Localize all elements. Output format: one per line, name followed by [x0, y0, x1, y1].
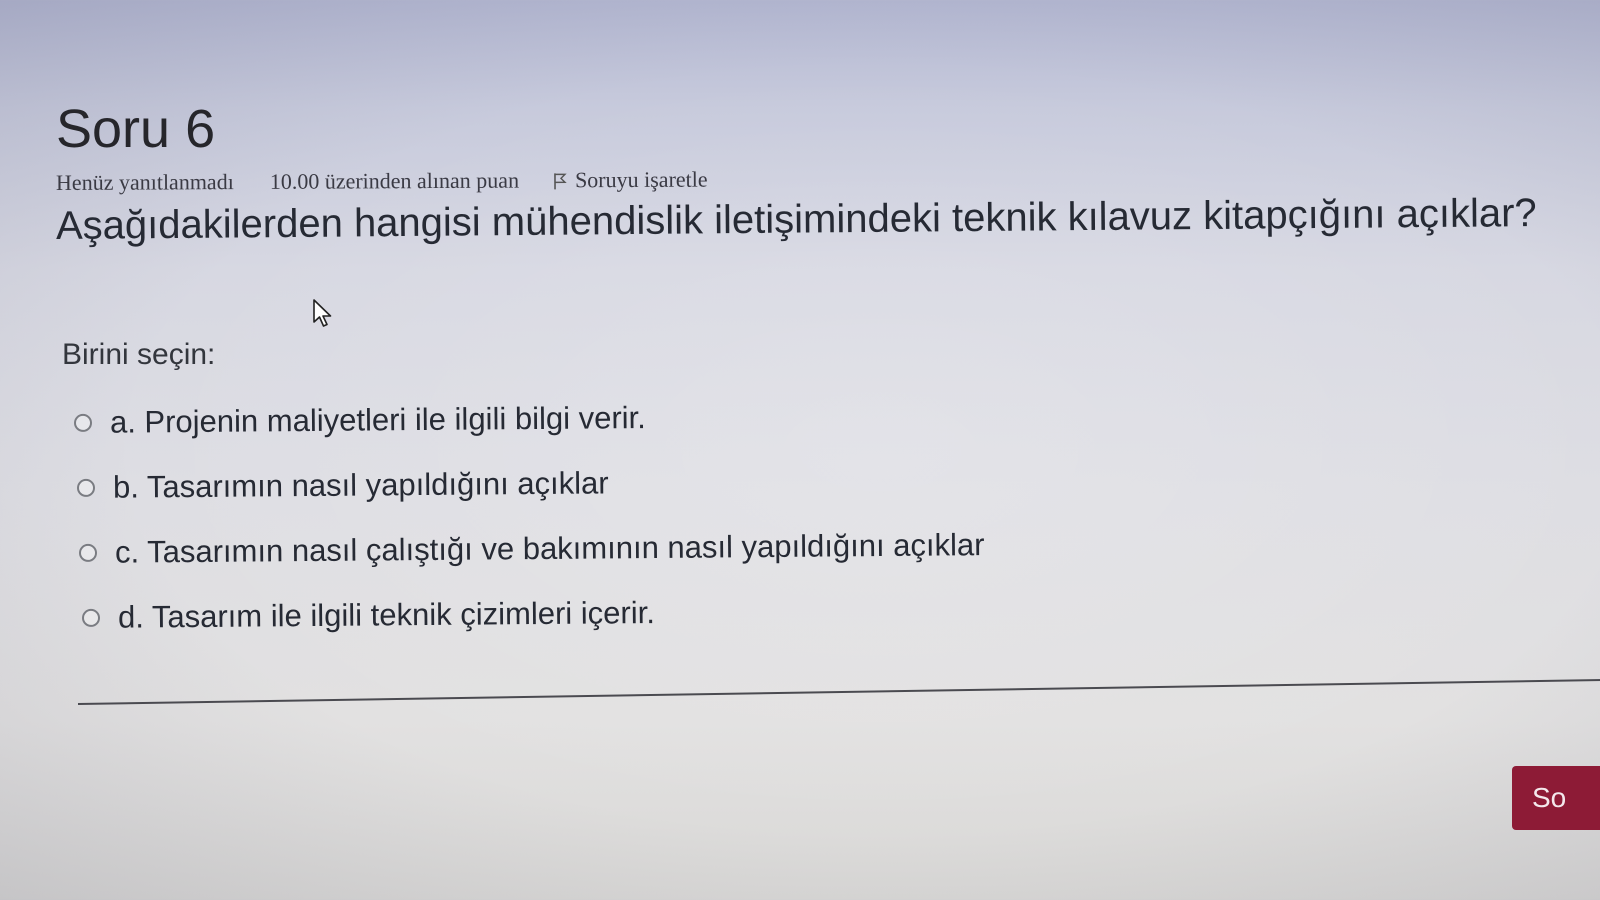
answer-list: a. Projenin maliyetleri ile ilgili bilgi… — [73, 390, 985, 650]
radio-button-a[interactable] — [73, 413, 93, 432]
answer-prompt: Birini seçin: — [62, 338, 216, 371]
mouse-pointer-icon — [312, 298, 334, 328]
question-text: Aşağıdakilerden hangisi mühendislik ilet… — [55, 191, 1537, 248]
flag-question-link[interactable]: Soruyu işaretle — [553, 167, 708, 194]
answer-label-b: b. Tasarımın nasıl yapıldığını açıklar — [112, 464, 609, 505]
radio-button-c[interactable] — [78, 543, 98, 562]
flag-question-label: Soruyu işaretle — [574, 166, 708, 193]
answer-option-b[interactable]: b. Tasarımın nasıl yapıldığını açıklar — [76, 447, 985, 520]
question-title: Soru 6 — [56, 99, 216, 159]
answer-option-a[interactable]: a. Projenin maliyetleri ile ilgili bilgi… — [73, 382, 985, 455]
radio-button-d[interactable] — [81, 608, 101, 627]
flag-icon — [553, 170, 567, 190]
question-info: Henüz yanıtlanmadı 10.00 üzerinden alına… — [56, 162, 1600, 196]
answer-option-c[interactable]: c. Tasarımın nasıl çalıştığı ve bakımını… — [78, 512, 985, 585]
answer-label-d: d. Tasarım ile ilgili teknik çizimleri i… — [117, 594, 656, 635]
question-container: Soru 6 Henüz yanıtlanmadı 10.00 üzerinde… — [56, 98, 1600, 249]
answer-label-a: a. Projenin maliyetleri ile ilgili bilgi… — [109, 399, 646, 440]
question-grade: 10.00 üzerinden alınan puan — [269, 167, 520, 194]
radio-button-b[interactable] — [76, 478, 96, 497]
answer-option-d[interactable]: d. Tasarım ile ilgili teknik çizimleri i… — [81, 577, 985, 650]
answer-label-c: c. Tasarımın nasıl çalıştığı ve bakımını… — [114, 526, 985, 570]
next-page-button[interactable]: So — [1512, 766, 1600, 830]
section-divider — [77, 678, 1600, 705]
question-status: Henüz yanıtlanmadı — [55, 169, 234, 195]
